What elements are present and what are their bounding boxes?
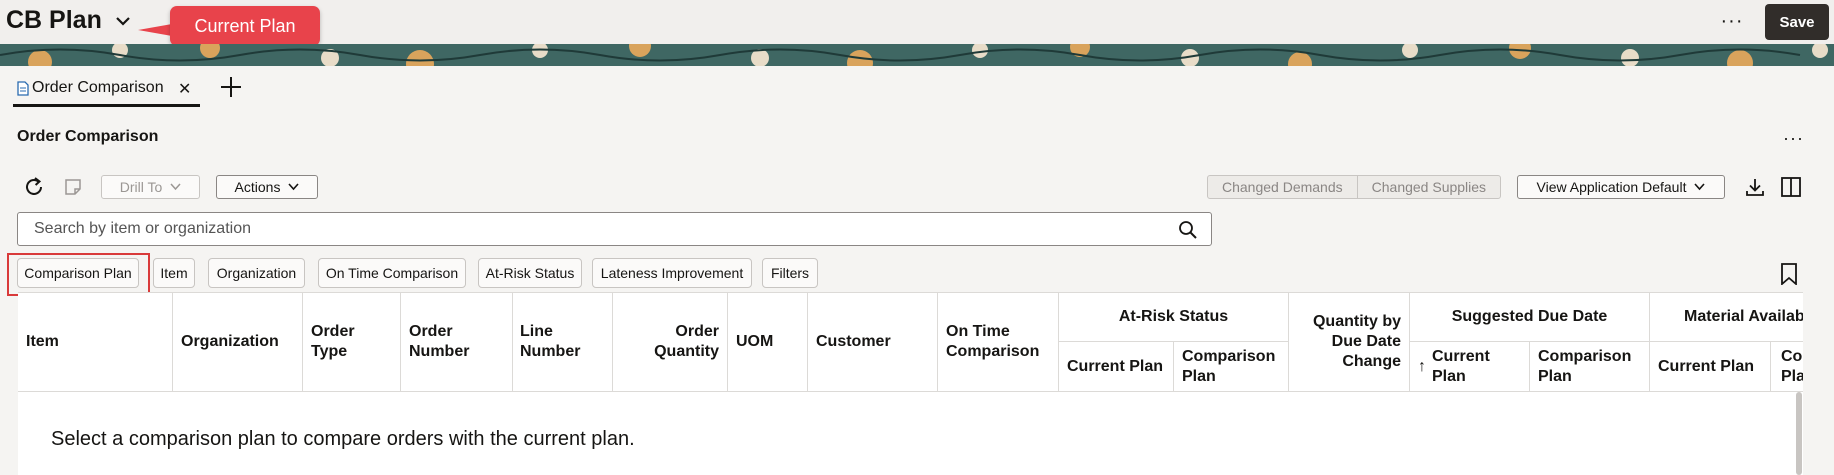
columns-icon[interactable] — [1780, 176, 1802, 198]
app-header: CB Plan Current Plan ··· Save — [0, 0, 1834, 46]
col-header-order-number[interactable]: Order Number — [401, 293, 513, 391]
group-header-material-availability: Material Availab — [1650, 293, 1803, 342]
chip-on-time-comparison[interactable]: On Time Comparison — [318, 258, 466, 288]
section-title: Order Comparison — [17, 128, 159, 145]
chip-organization[interactable]: Organization — [208, 258, 305, 288]
col-header-on-time-comparison[interactable]: On Time Comparison — [938, 293, 1059, 391]
tab-label: Order Comparison — [32, 79, 164, 96]
view-select-value: View Application Default — [1536, 179, 1687, 195]
tab-order-comparison[interactable]: Order Comparison ✕ — [13, 72, 200, 107]
refresh-icon[interactable] — [23, 176, 45, 198]
col-header-at-risk-current-plan[interactable]: Current Plan — [1059, 342, 1174, 391]
empty-table-message: Select a comparison plan to compare orde… — [51, 428, 635, 450]
save-button[interactable]: Save — [1765, 4, 1829, 40]
drill-to-button[interactable]: Drill To — [101, 175, 200, 199]
view-select[interactable]: View Application Default — [1517, 175, 1725, 199]
group-header-at-risk-status: At-Risk Status — [1059, 293, 1289, 342]
close-icon[interactable]: ✕ — [178, 79, 191, 99]
col-header-suggested-comparison-plan[interactable]: Comparison Plan — [1530, 342, 1650, 391]
change-filter-toggle: Changed Demands Changed Supplies — [1207, 175, 1502, 199]
col-header-organization[interactable]: Organization — [173, 293, 303, 391]
search-icon[interactable] — [1178, 220, 1198, 240]
chevron-down-icon[interactable] — [114, 12, 132, 30]
plan-title[interactable]: CB Plan — [6, 6, 102, 35]
col-header-order-type[interactable]: Order Type — [303, 293, 401, 391]
chip-lateness-improvement[interactable]: Lateness Improvement — [592, 258, 752, 288]
header-divider — [18, 391, 1803, 392]
callout-pointer — [138, 24, 172, 36]
search-box — [17, 212, 1212, 246]
chip-comparison-plan[interactable]: Comparison Plan — [17, 258, 139, 288]
col-header-customer[interactable]: Customer — [808, 293, 938, 391]
more-options-icon[interactable]: ··· — [1783, 128, 1804, 149]
add-tab-icon[interactable] — [218, 74, 244, 100]
col-header-at-risk-comparison-plan[interactable]: Comparison Plan — [1174, 342, 1289, 391]
search-input[interactable] — [18, 213, 1158, 245]
actions-button[interactable]: Actions — [216, 175, 318, 199]
note-icon — [65, 179, 81, 195]
chevron-down-icon — [170, 183, 181, 191]
col-header-line-number[interactable]: Line Number — [512, 293, 613, 391]
col-header-material-comparison-plan[interactable]: Cor Pla — [1771, 342, 1803, 391]
col-header-material-current-plan[interactable]: Current Plan — [1650, 342, 1771, 391]
col-header-order-quantity[interactable]: Order Quantity — [613, 293, 728, 391]
col-header-uom[interactable]: UOM — [728, 293, 808, 391]
bookmark-icon[interactable] — [1779, 263, 1799, 285]
col-header-suggested-current-plan[interactable]: ↑ Current Plan — [1410, 342, 1530, 391]
document-icon — [17, 80, 29, 96]
group-header-suggested-due-date: Suggested Due Date — [1410, 293, 1650, 342]
col-header-suggested-current-plan-label: Current Plan — [1432, 347, 1490, 385]
decorative-banner — [0, 44, 1834, 66]
chip-filters[interactable]: Filters — [762, 258, 818, 288]
changed-demands-toggle[interactable]: Changed Demands — [1208, 176, 1357, 198]
chevron-down-icon — [1694, 183, 1706, 191]
drill-to-label: Drill To — [119, 179, 163, 195]
current-plan-callout: Current Plan — [170, 6, 320, 46]
sort-ascending-icon: ↑ — [1418, 357, 1426, 375]
chip-item[interactable]: Item — [153, 258, 195, 288]
chevron-down-icon — [288, 183, 300, 191]
vertical-scrollbar[interactable] — [1796, 392, 1802, 475]
col-header-item[interactable]: Item — [18, 293, 173, 391]
order-comparison-table: Item Organization Order Type Order Numbe… — [18, 292, 1803, 475]
col-header-quantity-due-date-change[interactable]: Quantity by Due Date Change — [1289, 293, 1410, 391]
chip-at-risk-status[interactable]: At-Risk Status — [478, 258, 582, 288]
actions-label: Actions — [234, 179, 281, 195]
download-icon[interactable] — [1744, 176, 1766, 198]
changed-supplies-toggle[interactable]: Changed Supplies — [1356, 176, 1500, 198]
more-options-icon[interactable]: ··· — [1718, 8, 1746, 34]
